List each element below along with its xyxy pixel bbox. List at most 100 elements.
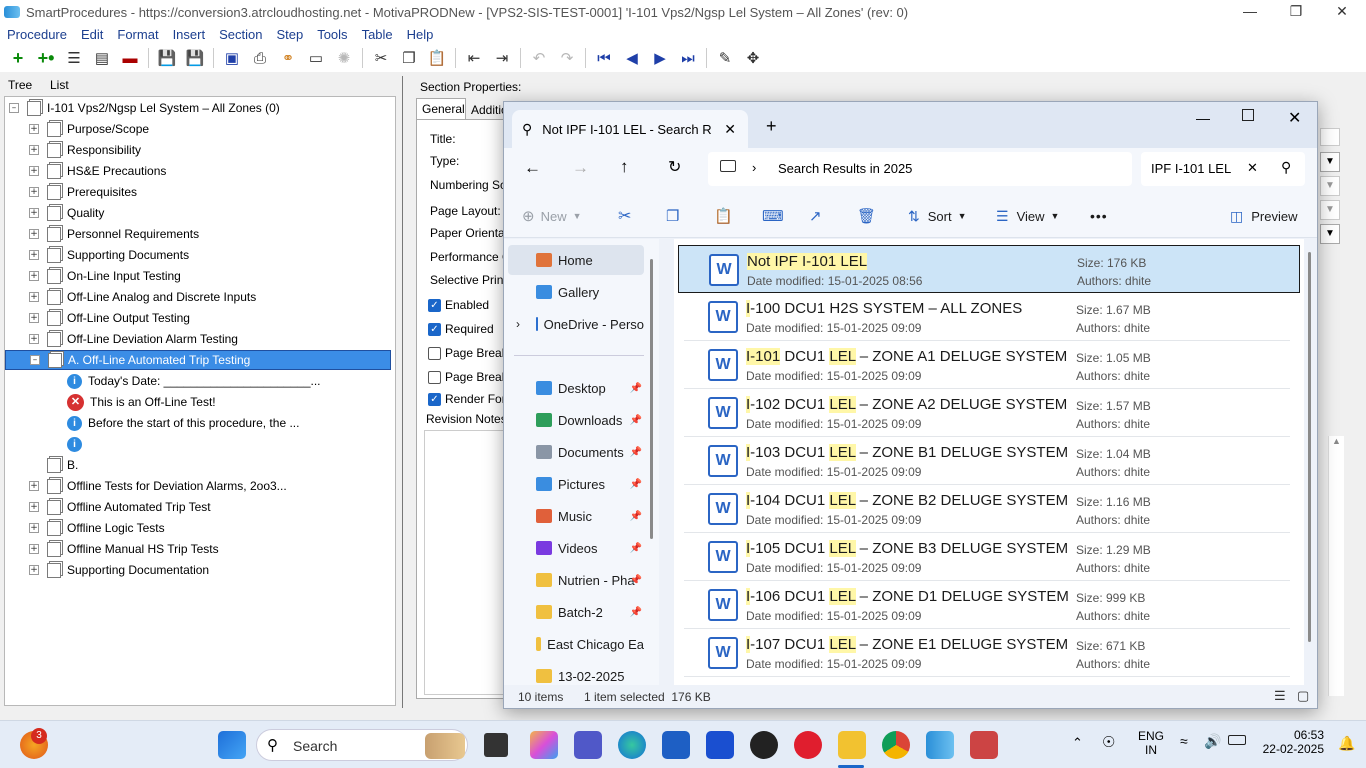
expand-icon[interactable]: +	[29, 565, 39, 575]
explorer-close-icon[interactable]: ✕	[1288, 108, 1301, 128]
menu-tools[interactable]: Tools	[310, 27, 354, 42]
collapse-icon[interactable]: –	[9, 103, 19, 113]
tab-general[interactable]: General	[422, 102, 465, 116]
tree-item[interactable]: + Personnel Requirements	[29, 224, 199, 244]
details-view-icon[interactable]: ☰	[1274, 688, 1286, 704]
nav-item[interactable]: Nutrien - Pha 📌	[508, 565, 644, 595]
expand-icon[interactable]: +	[29, 229, 39, 239]
volume-icon[interactable]: 🔊	[1204, 733, 1221, 750]
undo-icon[interactable]: ↶	[528, 47, 550, 69]
list-icon[interactable]: ☰	[63, 47, 85, 69]
share-icon[interactable]: ↗	[809, 194, 822, 238]
battery-icon[interactable]	[1228, 735, 1246, 745]
expand-icon[interactable]: +	[29, 124, 39, 134]
close-tab-icon[interactable]: ✕	[724, 121, 736, 138]
expand-icon[interactable]: +	[29, 523, 39, 533]
nav-item[interactable]: Home	[508, 245, 644, 275]
chevron-up-icon[interactable]: ⌃	[1072, 735, 1083, 751]
expand-icon[interactable]: +	[29, 292, 39, 302]
menu-help[interactable]: Help	[400, 27, 441, 42]
up-icon[interactable]: ↑	[620, 157, 629, 177]
cut-icon[interactable]: ✂	[370, 47, 392, 69]
expand-icon[interactable]: +	[29, 544, 39, 554]
page-break-after-checkbox[interactable]	[428, 371, 441, 384]
enabled-checkbox[interactable]: ✓	[428, 299, 441, 312]
tree-step[interactable]: ✕ This is an Off-Line Test!	[67, 392, 216, 412]
tree-step[interactable]: i Before the start of this procedure, the…	[67, 413, 299, 433]
nav-item[interactable]: › OneDrive - Perso	[508, 309, 644, 339]
tree-step[interactable]: i	[67, 434, 88, 454]
tree-item[interactable]: + HS&E Precautions	[29, 161, 166, 181]
collapse-icon[interactable]: –	[30, 355, 40, 365]
taskbar-search[interactable]: ⚲ Search	[256, 729, 468, 761]
close-button[interactable]: ✕	[1319, 0, 1365, 24]
tree-step[interactable]: i Today's Date: ______________________...	[67, 371, 321, 391]
paste-icon[interactable]: 📋	[426, 47, 448, 69]
preview-button[interactable]: ◫ Preview	[1230, 194, 1297, 238]
network-status-icon[interactable]: ☉	[1102, 733, 1115, 751]
smartprocedures-icon[interactable]	[926, 731, 954, 759]
remove-icon[interactable]: ▬	[119, 47, 141, 69]
first-icon[interactable]: ⏮	[593, 47, 615, 69]
file-row[interactable]: W I-102 DCU1 LEL – ZONE A2 DELUGE SYSTEM D…	[678, 389, 1300, 437]
copilot-icon[interactable]	[530, 731, 558, 759]
menu-format[interactable]: Format	[110, 27, 165, 42]
file-explorer-icon[interactable]	[838, 731, 866, 759]
nav-item[interactable]: Gallery	[508, 277, 644, 307]
tree-item[interactable]: + Prerequisites	[29, 182, 137, 202]
move-icon[interactable]: ✥	[742, 47, 764, 69]
tree-item[interactable]: + Supporting Documentation	[29, 560, 209, 580]
spellcheck-icon[interactable]: ✎	[714, 47, 736, 69]
expand-icon[interactable]: +	[29, 481, 39, 491]
numbering-dropdown[interactable]: ▼	[1320, 176, 1340, 196]
tab-tree[interactable]: Tree	[8, 78, 32, 92]
menu-insert[interactable]: Insert	[166, 27, 213, 42]
nav-item[interactable]: Downloads 📌	[508, 405, 644, 435]
paste-icon[interactable]: 📋	[714, 194, 733, 238]
file-row[interactable]: W I-103 DCU1 LEL – ZONE B1 DELUGE SYSTEM D…	[678, 437, 1300, 485]
expand-icon[interactable]: +	[29, 145, 39, 155]
explorer-tab[interactable]: ⚲ Not IPF I-101 LEL - Search Resu ✕	[512, 110, 748, 148]
add-icon[interactable]: +	[7, 47, 29, 69]
tree-item[interactable]: + Off-Line Output Testing	[29, 308, 190, 328]
render-for-checkbox[interactable]: ✓	[428, 393, 441, 406]
web-icon[interactable]: ⚭	[277, 47, 299, 69]
orientation-dropdown[interactable]: ▼	[1320, 224, 1340, 244]
nav-item[interactable]: Desktop 📌	[508, 373, 644, 403]
menu-step[interactable]: Step	[269, 27, 310, 42]
next-icon[interactable]: ▶	[649, 47, 671, 69]
file-row[interactable]: W I-105 DCU1 LEL – ZONE B3 DELUGE SYSTEM D…	[678, 533, 1300, 581]
search-box[interactable]: IPF I-101 LEL ✕ ⚲	[1141, 152, 1305, 186]
copy-icon[interactable]: ❐	[398, 47, 420, 69]
file-list-scrollbar[interactable]	[1308, 252, 1311, 642]
search-icon[interactable]: ⚲	[1281, 159, 1291, 176]
tree-item[interactable]: + Offline Tests for Deviation Alarms, 2oo…	[29, 476, 287, 496]
file-row[interactable]: W I-106 DCU1 LEL – ZONE D1 DELUGE SYSTEM D…	[678, 581, 1300, 629]
expand-icon[interactable]: +	[29, 187, 39, 197]
sort-button[interactable]: ⇅ Sort ▼	[908, 194, 967, 238]
page-layout-dropdown[interactable]: ▼	[1320, 200, 1340, 220]
last-icon[interactable]: ⏭	[677, 47, 699, 69]
clock[interactable]: 06:53 22-02-2025	[1262, 728, 1324, 756]
title-field[interactable]	[1320, 128, 1340, 146]
nav-item[interactable]: Batch-2 📌	[508, 597, 644, 627]
indent-icon[interactable]: ⇥	[491, 47, 513, 69]
cut-icon[interactable]: ✂	[618, 194, 631, 238]
explorer-maximize-icon[interactable]	[1242, 109, 1254, 121]
teams-icon[interactable]	[574, 731, 602, 759]
clear-search-icon[interactable]: ✕	[1247, 160, 1258, 176]
redo-icon[interactable]: ↷	[556, 47, 578, 69]
start-icon[interactable]	[218, 731, 246, 759]
address-bar[interactable]: › Search Results in 2025	[708, 152, 1132, 186]
tree-item[interactable]: + Offline Manual HS Trip Tests	[29, 539, 219, 559]
form-icon[interactable]: ▭	[305, 47, 327, 69]
previous-icon[interactable]: ◀	[621, 47, 643, 69]
required-checkbox[interactable]: ✓	[428, 323, 441, 336]
notifications-icon[interactable]: 🔔	[1338, 735, 1355, 752]
menu-section[interactable]: Section	[212, 27, 269, 42]
menu-table[interactable]: Table	[355, 27, 400, 42]
app-icon-blue[interactable]	[706, 731, 734, 759]
store-icon[interactable]	[662, 731, 690, 759]
tree-item[interactable]: + Off-Line Deviation Alarm Testing	[29, 329, 238, 349]
tree-item[interactable]: + Supporting Documents	[29, 245, 189, 265]
